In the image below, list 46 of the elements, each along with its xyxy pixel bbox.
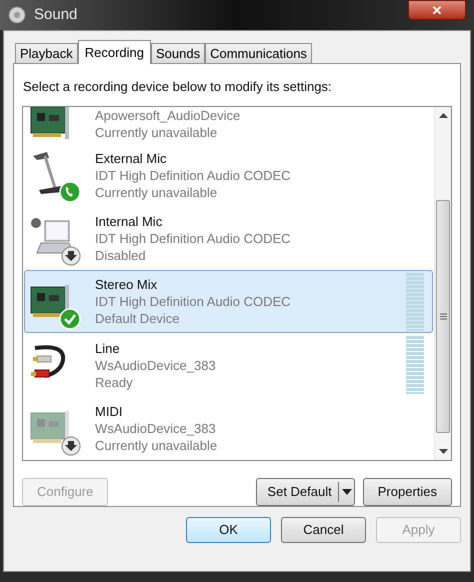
panel-button[interactable]: Properties — [362, 478, 452, 506]
device-item[interactable]: External Mic IDT High Definition Audio CODEC Currently unavailable — [24, 144, 433, 207]
scrollbar[interactable] — [434, 106, 451, 460]
tab[interactable]: Sounds — [151, 43, 206, 63]
dialog-button[interactable]: Cancel — [281, 517, 366, 543]
device-driver: IDT High Definition Audio CODEC — [95, 293, 292, 310]
device-item[interactable]: Apowersoft_AudioDevice Currently unavailable — [24, 108, 433, 144]
caret-icon[interactable] — [342, 489, 352, 495]
panel-button[interactable]: Set Default — [256, 478, 355, 506]
device-name: Internal Mic — [95, 212, 164, 230]
device-status: Disabled — [95, 246, 147, 264]
device-item[interactable]: Line WsAudioDevice_383 Ready — [24, 333, 433, 397]
down-arrow-badge-icon — [61, 246, 81, 266]
device-status: Default Device — [95, 310, 181, 328]
device-driver: WsAudioDevice_383 — [95, 356, 217, 374]
device-name: MIDI — [95, 402, 124, 420]
device-status: Currently unavailable — [95, 124, 218, 140]
scroll-thumb[interactable] — [436, 200, 450, 433]
device-name: Stereo Mix — [95, 276, 158, 294]
window-title: Sound — [34, 4, 78, 25]
tab[interactable]: Communications — [205, 43, 312, 63]
device-driver: IDT High Definition Audio CODEC — [95, 166, 292, 184]
tab[interactable]: Playback — [15, 43, 78, 63]
check-badge-icon — [59, 308, 81, 330]
device-name: Line — [95, 340, 121, 357]
device-item[interactable]: Stereo Mix IDT High Definition Audio CODEC Default Device — [24, 270, 433, 334]
device-status: Currently unavailable — [95, 184, 218, 201]
instruction-text: Select a recording device below to modify its settings: — [23, 78, 333, 96]
scroll-up-icon[interactable] — [438, 112, 448, 118]
device-driver: Apowersoft_AudioDevice — [95, 106, 242, 124]
tab[interactable]: Recording — [78, 40, 152, 64]
split-arrow[interactable] — [338, 482, 352, 502]
grip-icon — [440, 312, 446, 320]
device-driver: WsAudioDevice_383 — [95, 420, 217, 437]
device-status: Ready — [95, 374, 134, 391]
phone-badge-icon — [59, 181, 81, 204]
device-item[interactable]: MIDI WsAudioDevice_383 Currently unavailable — [24, 396, 433, 460]
device-driver: IDT High Definition Audio CODEC — [95, 230, 292, 247]
speaker-icon — [8, 6, 26, 24]
close-button[interactable]: ✕ — [408, 0, 466, 20]
device-name: External Mic — [95, 150, 168, 167]
device-item[interactable]: Internal Mic IDT High Definition Audio CODEC Disabled — [24, 206, 433, 270]
down-arrow-badge-icon — [61, 436, 81, 456]
scroll-down-icon[interactable] — [438, 449, 448, 454]
dialog-button[interactable]: OK — [186, 517, 271, 543]
device-status: Currently unavailable — [95, 436, 218, 454]
